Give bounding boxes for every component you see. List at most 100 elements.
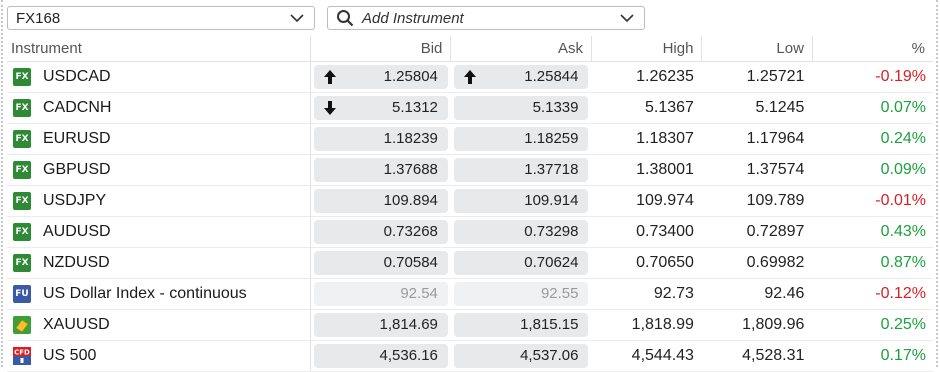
bid-value: 1.18239 [383, 130, 438, 147]
column-header-percent[interactable]: % [812, 36, 933, 62]
bid-price-button[interactable]: 1.18239 [313, 126, 448, 151]
low-value: 109.789 [701, 185, 813, 217]
instrument-cell[interactable]: FX USDCAD [7, 61, 311, 93]
ask-cell[interactable]: 4,537.06 [450, 340, 592, 372]
ask-price-button[interactable]: 1,815.15 [453, 312, 589, 337]
ask-value: 0.70624 [524, 254, 579, 271]
bid-price-button[interactable]: 1,814.69 [313, 312, 448, 337]
table-row[interactable]: XAUUSD 1,814.69 1,815.15 1,818.99 1,809.96 0.… [7, 309, 933, 341]
table-row[interactable]: FX GBPUSD 1.37688 1.37718 1.38001 1.37574 0.09… [7, 154, 933, 186]
ask-price-button[interactable]: 0.73298 [453, 219, 589, 244]
ask-price-button[interactable]: 1.37718 [453, 157, 589, 182]
instrument-cell[interactable]: FX AUDUSD [7, 216, 311, 248]
table-row[interactable]: FX NZDUSD 0.70584 0.70624 0.70650 0.69982 0.87… [7, 247, 933, 279]
bid-cell[interactable]: 1.37688 [310, 154, 451, 186]
chevron-down-icon[interactable] [620, 11, 634, 25]
instrument-cell[interactable]: XAUUSD [7, 309, 311, 341]
table-row[interactable]: FX EURUSD 1.18239 1.18259 1.18307 1.17964 0.24… [7, 123, 933, 155]
ask-cell[interactable]: 92.55 [450, 278, 592, 310]
change-percent: 0.25% [812, 309, 933, 341]
ask-price-button[interactable]: 1.25844 [453, 64, 589, 89]
watchlist-select[interactable]: FX168 [7, 6, 315, 30]
ask-price-button[interactable]: 0.70624 [453, 250, 589, 275]
bid-cell[interactable]: 0.73268 [310, 216, 451, 248]
fu-badge-icon: FU [13, 284, 31, 303]
ask-price-button[interactable]: 92.55 [453, 281, 589, 306]
panel-right-border [936, 0, 938, 367]
ask-cell[interactable]: 1.25844 [450, 61, 592, 93]
bid-cell[interactable]: 4,536.16 [310, 340, 451, 372]
ask-cell[interactable]: 1,815.15 [450, 309, 592, 341]
bid-price-button[interactable]: 5.1312 [313, 95, 448, 120]
bid-value: 5.1312 [392, 99, 438, 116]
table-row[interactable]: FX USDCAD 1.25804 1.25844 1.26235 1.25721 -0.1… [7, 61, 933, 93]
bid-price-button[interactable]: 109.894 [313, 188, 448, 213]
low-value: 4,528.31 [701, 340, 813, 372]
instrument-cell[interactable]: FX EURUSD [7, 123, 311, 155]
table-row[interactable]: CFD US 500 4,536.16 4,537.06 4,544.43 4,528.3… [7, 340, 933, 372]
ask-cell[interactable]: 5.1339 [450, 92, 592, 124]
table-row[interactable]: FX AUDUSD 0.73268 0.73298 0.73400 0.72897 0.43… [7, 216, 933, 248]
instrument-name: US Dollar Index - continuous [43, 284, 247, 302]
instrument-name: XAUUSD [43, 315, 110, 333]
ask-value: 5.1339 [532, 99, 579, 116]
bid-cell[interactable]: 109.894 [310, 185, 451, 217]
bid-value: 109.894 [383, 192, 438, 209]
bid-price-button[interactable]: 1.37688 [313, 157, 448, 182]
fx-badge-icon: FX [13, 222, 31, 241]
bid-price-button[interactable]: 0.73268 [313, 219, 448, 244]
ask-cell[interactable]: 0.70624 [450, 247, 592, 279]
cfd-badge-text: CFD [14, 348, 30, 356]
column-header-bid[interactable]: Bid [310, 36, 452, 62]
bid-cell[interactable]: 1.25804 [310, 61, 451, 93]
bid-cell[interactable]: 1.18239 [310, 123, 451, 155]
column-header-instrument[interactable]: Instrument [7, 36, 311, 62]
low-value: 1.17964 [701, 123, 813, 155]
bid-value: 0.73268 [383, 223, 438, 240]
change-percent: 0.07% [812, 92, 933, 124]
bid-cell[interactable]: 92.54 [310, 278, 451, 310]
instrument-name: US 500 [43, 346, 97, 364]
arrow-down-icon [323, 100, 336, 115]
column-header-high[interactable]: High [591, 36, 703, 62]
instrument-cell[interactable]: FX NZDUSD [7, 247, 311, 279]
panel-left-border [1, 0, 3, 367]
table-row[interactable]: FU US Dollar Index - continuous 92.54 92.55… [7, 278, 933, 310]
bid-cell[interactable]: 5.1312 [310, 92, 451, 124]
ask-cell[interactable]: 109.914 [450, 185, 592, 217]
instrument-cell[interactable]: FX GBPUSD [7, 154, 311, 186]
table-row[interactable]: FX CADCNH 5.1312 5.1339 5.1367 5.1245 0.07% [7, 92, 933, 124]
add-instrument-select[interactable]: Add Instrument [327, 6, 645, 30]
low-value: 0.72897 [701, 216, 813, 248]
fx-badge-icon: FX [13, 129, 31, 148]
ask-price-button[interactable]: 1.18259 [453, 126, 589, 151]
change-percent: 0.09% [812, 154, 933, 186]
table-row[interactable]: FX USDJPY 109.894 109.914 109.974 109.789 -0.0… [7, 185, 933, 217]
ask-price-button[interactable]: 4,537.06 [453, 343, 589, 368]
ask-value: 1.18259 [524, 130, 579, 147]
instrument-cell[interactable]: FX CADCNH [7, 92, 311, 124]
bid-price-button[interactable]: 1.25804 [313, 64, 448, 89]
low-value: 1.25721 [701, 61, 813, 93]
bid-price-button[interactable]: 0.70584 [313, 250, 448, 275]
quotes-table: Instrument Bid Ask High Low % FX USDCAD 1.… [7, 36, 933, 372]
chevron-down-icon[interactable] [290, 11, 304, 25]
column-header-low[interactable]: Low [701, 36, 813, 62]
instrument-cell[interactable]: FX USDJPY [7, 185, 311, 217]
bid-price-button[interactable]: 4,536.16 [313, 343, 448, 368]
low-value: 1,809.96 [701, 309, 813, 341]
ask-cell[interactable]: 1.18259 [450, 123, 592, 155]
ask-price-button[interactable]: 109.914 [453, 188, 589, 213]
instrument-cell[interactable]: CFD US 500 [7, 340, 311, 372]
bid-price-button[interactable]: 92.54 [313, 281, 448, 306]
low-value: 92.46 [701, 278, 813, 310]
ask-cell[interactable]: 0.73298 [450, 216, 592, 248]
ask-cell[interactable]: 1.37718 [450, 154, 592, 186]
ask-price-button[interactable]: 5.1339 [453, 95, 589, 120]
instrument-cell[interactable]: FU US Dollar Index - continuous [7, 278, 311, 310]
bid-cell[interactable]: 1,814.69 [310, 309, 451, 341]
bid-cell[interactable]: 0.70584 [310, 247, 451, 279]
watchlist-panel: FX168 Add Instrument Instrument Bid Ask … [0, 0, 940, 372]
column-header-ask[interactable]: Ask [450, 36, 592, 62]
high-value: 0.73400 [591, 216, 702, 248]
